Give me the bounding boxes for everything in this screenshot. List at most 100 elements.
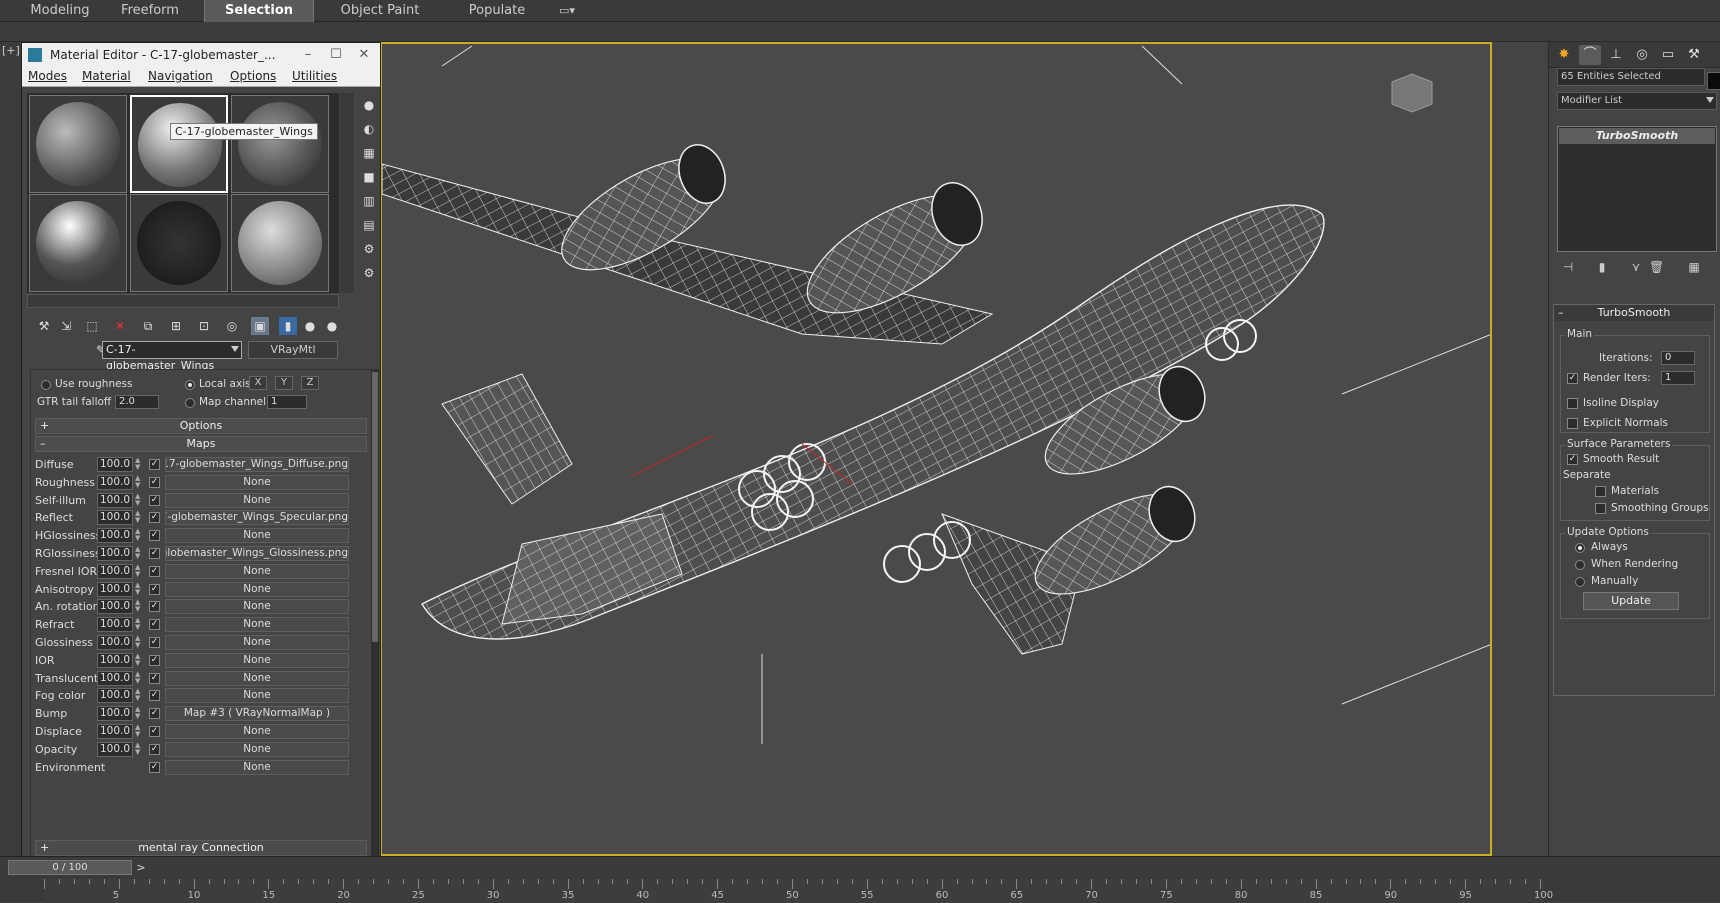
- material-editor-window[interactable]: Material Editor - C-17-globemaster_... –…: [21, 42, 381, 862]
- get-material-icon[interactable]: ⚒: [35, 317, 53, 335]
- iterations-input[interactable]: 0: [1661, 351, 1695, 365]
- maximize-icon[interactable]: ☐: [324, 43, 348, 67]
- utilities-tab-icon[interactable]: ⚒: [1683, 45, 1705, 65]
- amount-spinner-icon[interactable]: ▲ ▼: [135, 510, 143, 525]
- map-amount-input[interactable]: 100.0: [97, 510, 133, 526]
- map-slot-button[interactable]: None: [165, 688, 349, 704]
- map-amount-input[interactable]: 100.0: [97, 474, 133, 490]
- amount-spinner-icon[interactable]: ▲ ▼: [135, 706, 143, 721]
- chevron-down-icon[interactable]: [231, 346, 239, 352]
- map-slot-button[interactable]: None: [165, 724, 349, 739]
- material-name-field[interactable]: C-17-globemaster_Wings: [102, 341, 242, 372]
- amount-spinner-icon[interactable]: ▲ ▼: [135, 652, 143, 668]
- perspective-viewport[interactable]: [380, 42, 1492, 856]
- video-color-check-icon[interactable]: ▥: [361, 193, 377, 209]
- map-enable-checkbox[interactable]: ✓: [149, 708, 160, 720]
- map-enable-checkbox[interactable]: ✓: [149, 637, 160, 648]
- menu-navigation[interactable]: Navigation: [148, 69, 213, 83]
- map-channel-radio[interactable]: [185, 398, 195, 408]
- map-enable-checkbox[interactable]: ✓: [149, 726, 160, 737]
- map-amount-input[interactable]: 100.0: [97, 581, 133, 597]
- axis-x-button[interactable]: X: [249, 376, 267, 390]
- tab-modeling[interactable]: Modeling: [20, 0, 100, 22]
- time-slider[interactable]: 0 / 100: [8, 860, 132, 875]
- map-amount-input[interactable]: 100.0: [97, 741, 133, 757]
- material-editor-titlebar[interactable]: Material Editor - C-17-globemaster_... –…: [22, 43, 380, 67]
- uv-tiling-icon[interactable]: ■: [361, 169, 377, 185]
- modify-tab-icon[interactable]: ⌒: [1579, 45, 1601, 65]
- options-rollout[interactable]: + Options: [35, 418, 367, 434]
- map-slot-button[interactable]: C-17-globemaster_Wings_Diffuse.png): [165, 457, 349, 472]
- gtr-tail-falloff-input[interactable]: 2.0: [115, 395, 159, 409]
- map-enable-checkbox[interactable]: ✓: [149, 548, 160, 559]
- create-tab-icon[interactable]: ✸: [1553, 45, 1575, 65]
- smooth-result-checkbox[interactable]: ✓: [1567, 454, 1578, 465]
- sample-slot[interactable]: [231, 95, 329, 193]
- material-id-icon[interactable]: ◎: [223, 317, 241, 335]
- explicit-normals-checkbox[interactable]: [1567, 418, 1578, 429]
- amount-spinner-icon[interactable]: ▲ ▼: [135, 617, 143, 632]
- amount-spinner-icon[interactable]: ▲ ▼: [135, 688, 143, 703]
- map-slot-button[interactable]: None: [165, 528, 349, 544]
- map-amount-input[interactable]: 100.0: [97, 563, 133, 579]
- map-amount-input[interactable]: 100.0: [97, 617, 133, 633]
- update-button[interactable]: Update: [1583, 592, 1679, 610]
- map-amount-input[interactable]: 100.0: [97, 652, 133, 668]
- map-slot-button[interactable]: None: [165, 670, 349, 686]
- modifier-stack-item[interactable]: TurboSmooth: [1559, 128, 1715, 144]
- go-to-parent-icon[interactable]: ●: [301, 317, 319, 335]
- hierarchy-tab-icon[interactable]: ⊥: [1605, 45, 1627, 65]
- axis-y-button[interactable]: Y: [275, 376, 293, 390]
- map-slot-button[interactable]: None: [165, 474, 349, 490]
- close-icon[interactable]: ✕: [352, 43, 376, 67]
- sample-slot-selected[interactable]: [130, 95, 228, 193]
- amount-spinner-icon[interactable]: ▲ ▼: [135, 635, 143, 650]
- map-enable-checkbox[interactable]: ✓: [149, 761, 160, 773]
- put-to-library-icon[interactable]: ⊡: [195, 317, 213, 335]
- amount-spinner-icon[interactable]: ▲ ▼: [135, 581, 143, 597]
- options-icon[interactable]: ⚙: [361, 241, 377, 257]
- amount-spinner-icon[interactable]: ▲ ▼: [135, 546, 143, 561]
- background-icon[interactable]: ▦: [361, 145, 377, 161]
- tab-freeform[interactable]: Freeform: [110, 0, 190, 22]
- configure-sets-icon[interactable]: ▦: [1687, 260, 1701, 274]
- map-enable-checkbox[interactable]: ✓: [149, 530, 160, 542]
- axis-z-button[interactable]: Z: [301, 376, 319, 390]
- map-enable-checkbox[interactable]: ✓: [149, 565, 160, 577]
- motion-tab-icon[interactable]: ◎: [1631, 45, 1653, 65]
- copy-material-icon[interactable]: ⧉: [139, 317, 157, 335]
- sample-type-icon[interactable]: ●: [361, 97, 377, 113]
- map-slot-button[interactable]: None: [165, 759, 349, 775]
- map-enable-checkbox[interactable]: ✓: [149, 743, 160, 755]
- render-iters-checkbox[interactable]: ✓: [1567, 373, 1578, 384]
- map-amount-input[interactable]: 100.0: [97, 670, 133, 686]
- amount-spinner-icon[interactable]: ▲ ▼: [135, 492, 143, 508]
- params-scroll-thumb[interactable]: [372, 372, 378, 642]
- render-iters-input[interactable]: 1: [1661, 371, 1695, 385]
- map-slot-button[interactable]: None: [165, 635, 349, 650]
- show-end-result-icon[interactable]: ▮: [1595, 260, 1609, 274]
- selection-name-field[interactable]: 65 Entities Selected: [1557, 68, 1705, 86]
- map-enable-checkbox[interactable]: ✓: [149, 512, 160, 524]
- amount-spinner-icon[interactable]: ▲ ▼: [135, 457, 143, 472]
- map-amount-input[interactable]: 100.0: [97, 688, 133, 704]
- materials-checkbox[interactable]: [1595, 486, 1606, 497]
- when-rendering-radio[interactable]: [1575, 560, 1585, 570]
- display-tab-icon[interactable]: ▭: [1657, 45, 1679, 65]
- ribbon-options-icon[interactable]: ▭▾: [552, 0, 582, 22]
- material-type-button[interactable]: VRayMtl: [248, 341, 338, 359]
- tab-object-paint[interactable]: Object Paint: [330, 0, 430, 22]
- show-end-result-icon[interactable]: ▮: [279, 317, 297, 335]
- slots-horizontal-scrollbar[interactable]: [27, 294, 339, 308]
- menu-modes[interactable]: Modes: [28, 69, 67, 83]
- map-slot-button[interactable]: C-17-globemaster_Wings_Specular.png): [165, 510, 349, 526]
- map-slot-button[interactable]: None: [165, 581, 349, 597]
- map-enable-checkbox[interactable]: ✓: [149, 654, 160, 666]
- amount-spinner-icon[interactable]: ▲ ▼: [135, 474, 143, 490]
- make-unique-icon[interactable]: ⊞: [167, 317, 185, 335]
- amount-spinner-icon[interactable]: ▲ ▼: [135, 599, 143, 614]
- make-unique-icon[interactable]: ⋎: [1629, 260, 1643, 274]
- map-slot-button[interactable]: None: [165, 617, 349, 633]
- select-by-material-icon[interactable]: ⚙: [361, 265, 377, 281]
- menu-material[interactable]: Material: [82, 69, 131, 83]
